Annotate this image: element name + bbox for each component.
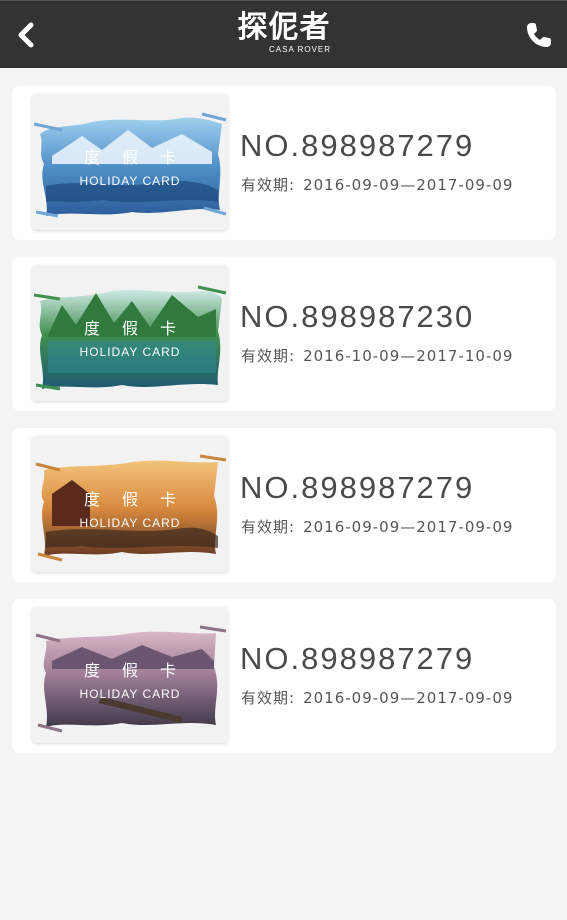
holiday-card-item[interactable]: 度假卡 HOLIDAY CARD NO.898987230 有效期: 2016-1… <box>12 257 556 411</box>
card-thumb-title-en: HOLIDAY CARD <box>79 687 181 701</box>
holiday-card-item[interactable]: 度假卡 HOLIDAY CARD NO.898987279 有效期: 2016-0… <box>12 428 556 582</box>
phone-icon <box>527 23 551 47</box>
validity-label: 有效期: <box>241 176 296 194</box>
holiday-card-list: 度假卡 HOLIDAY CARD NO.898987279 有效期: 2016-0… <box>12 86 556 770</box>
card-validity: 有效期: 2016-09-09—2017-09-09 <box>241 688 513 708</box>
card-thumb-title-en: HOLIDAY CARD <box>79 345 181 359</box>
card-thumbnail: 度假卡 HOLIDAY CARD <box>32 436 228 572</box>
card-validity: 有效期: 2016-10-09—2017-10-09 <box>241 346 513 366</box>
card-thumb-title-en: HOLIDAY CARD <box>79 516 181 530</box>
card-number: NO.898987279 <box>240 470 475 505</box>
validity-label: 有效期: <box>241 518 296 536</box>
validity-label: 有效期: <box>241 347 296 365</box>
holiday-card-item[interactable]: 度假卡 HOLIDAY CARD NO.898987279 有效期: 2016-0… <box>12 86 556 240</box>
logo-text-cn: 探伲者 <box>237 10 331 45</box>
card-number: NO.898987279 <box>240 128 475 163</box>
card-validity: 有效期: 2016-09-09—2017-09-09 <box>241 175 513 195</box>
card-number: NO.898987230 <box>240 299 475 334</box>
card-thumb-title-cn: 度假卡 <box>83 661 198 680</box>
card-thumbnail: 度假卡 HOLIDAY CARD <box>32 94 228 230</box>
card-thumb-title-cn: 度假卡 <box>83 319 198 338</box>
back-button[interactable] <box>10 17 42 53</box>
card-thumb-title-cn: 度假卡 <box>83 148 198 167</box>
card-thumbnail: 度假卡 HOLIDAY CARD <box>32 265 228 401</box>
validity-range: 2016-09-09—2017-09-09 <box>303 518 514 536</box>
card-validity: 有效期: 2016-09-09—2017-09-09 <box>241 517 513 537</box>
validity-range: 2016-09-09—2017-09-09 <box>303 689 514 707</box>
chevron-left-icon <box>18 22 34 48</box>
top-nav-bar: 探伲者 CASA ROVER <box>0 0 567 68</box>
call-button[interactable] <box>521 17 557 53</box>
card-thumbnail: 度假卡 HOLIDAY CARD <box>32 607 228 743</box>
card-thumb-title-en: HOLIDAY CARD <box>79 174 181 188</box>
card-number: NO.898987279 <box>240 641 475 676</box>
validity-range: 2016-10-09—2017-10-09 <box>303 347 514 365</box>
logo-text-en: CASA ROVER <box>269 45 332 54</box>
validity-label: 有效期: <box>241 689 296 707</box>
validity-range: 2016-09-09—2017-09-09 <box>303 176 514 194</box>
brand-logo[interactable]: 探伲者 CASA ROVER <box>229 11 339 61</box>
card-thumb-title-cn: 度假卡 <box>83 490 198 509</box>
holiday-card-item[interactable]: 度假卡 HOLIDAY CARD NO.898987279 有效期: 2016-0… <box>12 599 556 753</box>
